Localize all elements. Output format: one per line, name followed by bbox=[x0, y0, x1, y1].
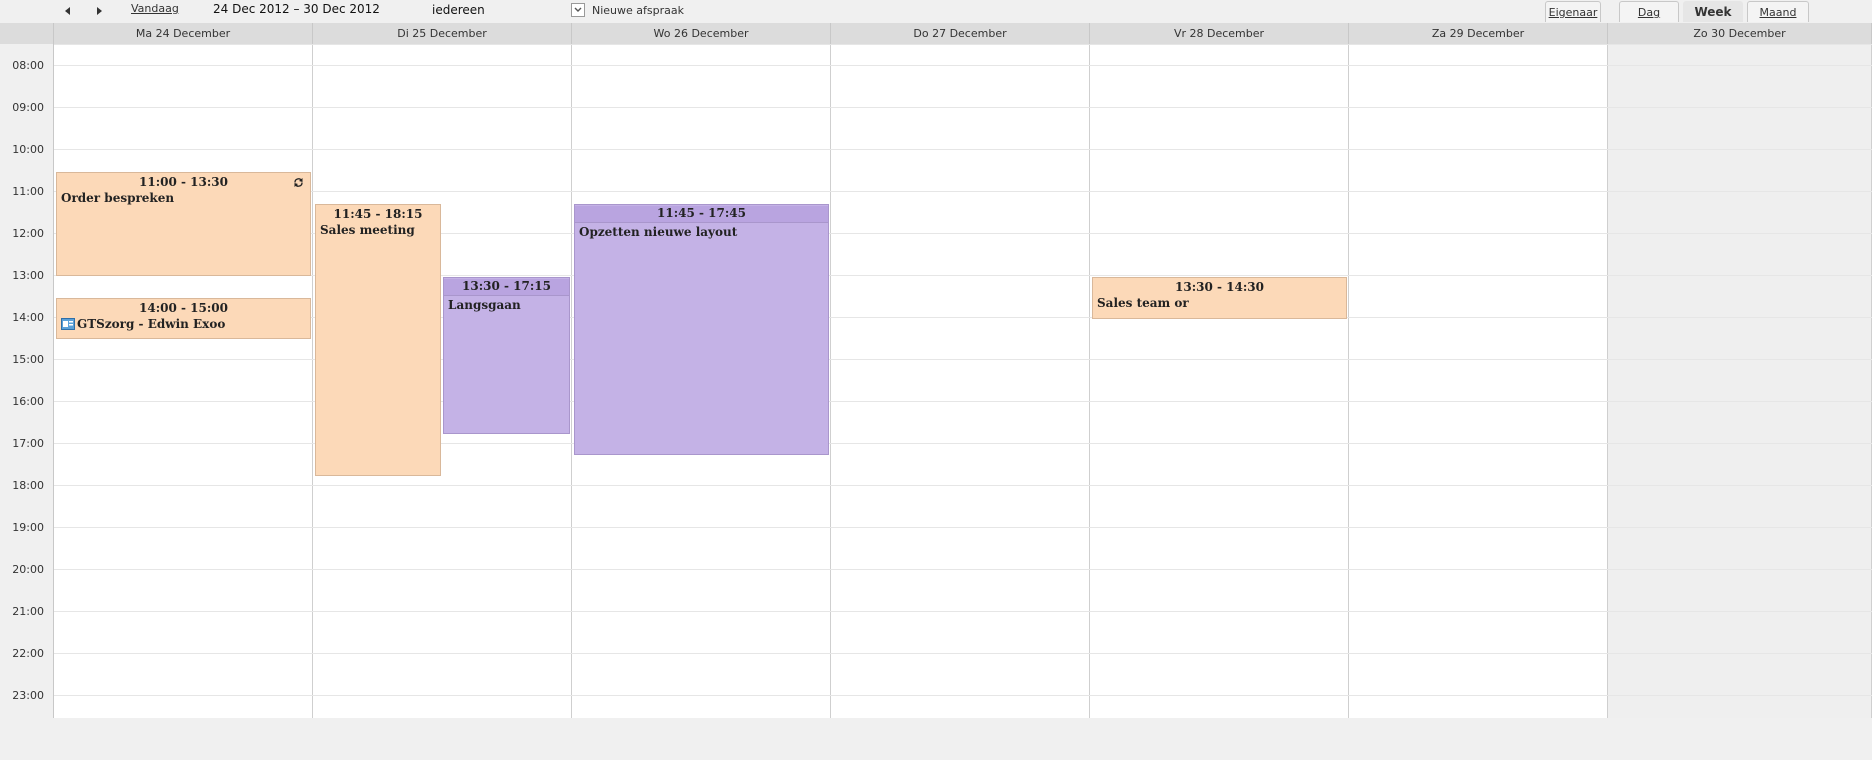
day-header-tue[interactable]: Di 25 December bbox=[313, 23, 572, 44]
day-column-fri[interactable] bbox=[1090, 44, 1349, 718]
event-title: Opzetten nieuwe layout bbox=[579, 225, 738, 239]
next-week-arrow-icon[interactable] bbox=[92, 4, 106, 18]
hour-label: 23:00 bbox=[12, 689, 44, 702]
day-header-sun[interactable]: Zo 30 December bbox=[1608, 23, 1872, 44]
event-sales-meeting[interactable]: 11:45 - 18:15 Sales meeting bbox=[315, 204, 441, 476]
hour-gridline bbox=[54, 107, 1872, 108]
event-time: 11:00 - 13:30 bbox=[139, 175, 228, 189]
day-header-wed[interactable]: Wo 26 December bbox=[572, 23, 831, 44]
grid-footer bbox=[0, 718, 1872, 760]
hour-label: 19:00 bbox=[12, 521, 44, 534]
event-time: 13:30 - 17:15 bbox=[462, 279, 551, 293]
event-order-bespreken[interactable]: 11:00 - 13:30 Order bespreken bbox=[56, 172, 311, 276]
half-hour-gridline bbox=[54, 65, 1872, 66]
event-title: Order bespreken bbox=[61, 191, 175, 205]
event-time: 11:45 - 17:45 bbox=[657, 206, 746, 220]
day-header-mon[interactable]: Ma 24 December bbox=[54, 23, 313, 44]
event-title: GTSzorg - Edwin Exoo bbox=[77, 317, 226, 331]
hour-label: 16:00 bbox=[12, 395, 44, 408]
hour-label: 22:00 bbox=[12, 647, 44, 660]
hour-label: 09:00 bbox=[12, 101, 44, 114]
hour-gridline bbox=[54, 695, 1872, 696]
appointment-card-icon bbox=[61, 318, 75, 333]
hour-label: 11:00 bbox=[12, 185, 44, 198]
event-gtszorg[interactable]: 14:00 - 15:00 GTSzorg - Edwin Exoo bbox=[56, 298, 311, 339]
hour-label: 15:00 bbox=[12, 353, 44, 366]
hour-gridline bbox=[54, 527, 1872, 528]
tab-week[interactable]: Week bbox=[1683, 1, 1743, 22]
event-time: 14:00 - 15:00 bbox=[139, 301, 228, 315]
today-link[interactable]: Vandaag bbox=[131, 2, 179, 15]
day-header-fri[interactable]: Vr 28 December bbox=[1090, 23, 1349, 44]
time-gutter: 08:00 09:00 10:00 11:00 12:00 13:00 14:0… bbox=[0, 44, 54, 718]
tab-month[interactable]: Maand bbox=[1747, 1, 1809, 22]
event-time: 13:30 - 14:30 bbox=[1175, 280, 1264, 294]
day-column-sun[interactable] bbox=[1608, 44, 1872, 718]
event-header: 11:45 - 17:45 bbox=[575, 206, 828, 223]
hour-label: 17:00 bbox=[12, 437, 44, 450]
hour-gridline bbox=[54, 653, 1872, 654]
previous-week-arrow-icon[interactable] bbox=[61, 4, 75, 18]
hour-label: 20:00 bbox=[12, 563, 44, 576]
event-langsgaan[interactable]: 13:30 - 17:15 Langsgaan bbox=[443, 277, 570, 434]
hour-gridline bbox=[54, 149, 1872, 150]
hour-label: 13:00 bbox=[12, 269, 44, 282]
day-header-thu[interactable]: Do 27 December bbox=[831, 23, 1090, 44]
event-header: 13:30 - 17:15 bbox=[444, 279, 569, 296]
calendar-toolbar: Vandaag 24 Dec 2012 – 30 Dec 2012 iedere… bbox=[0, 0, 1872, 23]
day-column-mon[interactable] bbox=[54, 44, 313, 718]
event-title: Sales meeting bbox=[320, 223, 415, 237]
hour-gridline bbox=[54, 485, 1872, 486]
hour-gridline bbox=[54, 611, 1872, 612]
hour-gridline bbox=[54, 191, 1872, 192]
event-sales-team[interactable]: 13:30 - 14:30 Sales team or bbox=[1092, 277, 1347, 319]
hour-label: 21:00 bbox=[12, 605, 44, 618]
day-column-thu[interactable] bbox=[831, 44, 1090, 718]
hour-gridline bbox=[54, 44, 1872, 45]
hour-label: 12:00 bbox=[12, 227, 44, 240]
event-title: Sales team or bbox=[1097, 296, 1189, 310]
recurring-icon bbox=[292, 176, 305, 192]
day-header-sat[interactable]: Za 29 December bbox=[1349, 23, 1608, 44]
tab-day[interactable]: Dag bbox=[1619, 1, 1679, 22]
day-column-sat[interactable] bbox=[1349, 44, 1608, 718]
event-title: Langsgaan bbox=[448, 298, 521, 312]
hour-label: 18:00 bbox=[12, 479, 44, 492]
hour-label: 08:00 bbox=[12, 59, 44, 72]
owner-filter-select[interactable]: iedereen bbox=[432, 3, 485, 17]
event-title-row: GTSzorg - Edwin Exoo bbox=[61, 317, 310, 333]
hour-label: 14:00 bbox=[12, 311, 44, 324]
header-corner bbox=[0, 23, 54, 44]
hour-label: 10:00 bbox=[12, 143, 44, 156]
event-opzetten-nieuwe-layout[interactable]: 11:45 - 17:45 Opzetten nieuwe layout bbox=[574, 204, 829, 455]
event-time: 11:45 - 18:15 bbox=[333, 207, 423, 221]
new-appointment-label: Nieuwe afspraak bbox=[592, 4, 684, 17]
tab-owner[interactable]: Eigenaar bbox=[1545, 1, 1601, 22]
hour-gridline bbox=[54, 569, 1872, 570]
new-appointment-checkbox[interactable] bbox=[571, 3, 585, 17]
date-range-label: 24 Dec 2012 – 30 Dec 2012 bbox=[213, 2, 380, 16]
